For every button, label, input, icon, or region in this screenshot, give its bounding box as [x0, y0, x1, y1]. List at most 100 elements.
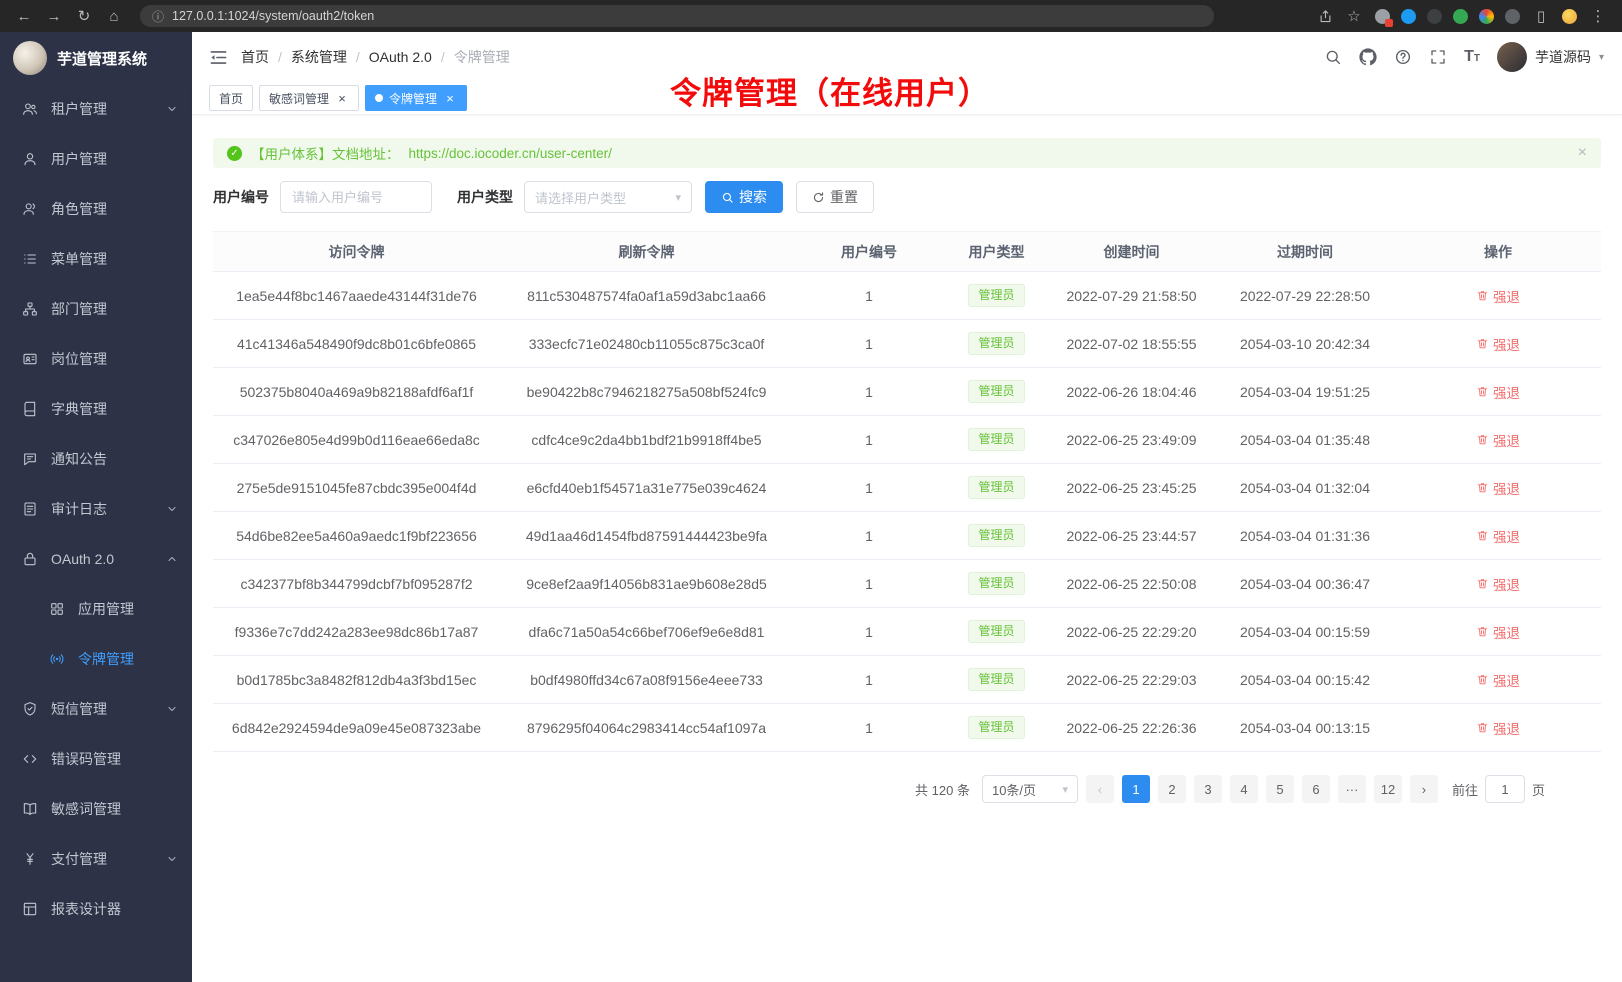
user-icon [22, 151, 38, 167]
address-bar[interactable]: ⓘ 127.0.0.1:1024/system/oauth2/token [140, 5, 1214, 27]
cell-actions: 强退 [1395, 464, 1601, 512]
tab-1[interactable]: 首页 [209, 85, 253, 111]
cell-access-token: 502375b8040a469a9b82188afdf6af1f [213, 368, 500, 416]
sidebar-item-notice[interactable]: 通知公告 [0, 434, 192, 484]
breadcrumb-separator: / [278, 49, 282, 65]
extension-icon[interactable] [1427, 9, 1442, 24]
sidebar-item-word[interactable]: 敏感词管理 [0, 784, 192, 834]
sidebar-item-post[interactable]: 岗位管理 [0, 334, 192, 384]
sidebar-item-dept[interactable]: 部门管理 [0, 284, 192, 334]
cell-user-type: 管理员 [945, 560, 1048, 608]
cell-access-token: c342377bf8b344799dcbf7bf095287f2 [213, 560, 500, 608]
page-button[interactable]: 6 [1302, 775, 1330, 803]
cell-refresh-token: dfa6c71a50a54c66bef706ef9e6e8d81 [500, 608, 793, 656]
extension-icon[interactable] [1375, 9, 1390, 24]
force-logout-button[interactable]: 强退 [1476, 478, 1520, 498]
force-logout-button[interactable]: 强退 [1476, 526, 1520, 546]
bookmark-star-icon[interactable]: ☆ [1344, 4, 1364, 28]
prev-page-button[interactable]: ‹ [1086, 775, 1114, 803]
browser-refresh-button[interactable]: ↻ [70, 4, 98, 28]
app-logo[interactable]: 芋道管理系统 [0, 32, 192, 84]
sidebar-panel-icon[interactable]: ▯ [1531, 4, 1551, 28]
browser-home-button[interactable]: ⌂ [100, 4, 128, 28]
force-logout-button[interactable]: 强退 [1476, 382, 1520, 402]
sidebar-item-report[interactable]: 报表设计器 [0, 884, 192, 934]
breadcrumb-item[interactable]: 令牌管理 [454, 47, 510, 67]
extension-icon[interactable] [1453, 9, 1468, 24]
sidebar-item-sms[interactable]: 短信管理 [0, 684, 192, 734]
success-check-icon: ✓ [227, 146, 242, 161]
sidebar-item-menu-list[interactable]: 菜单管理 [0, 234, 192, 284]
browser-back-button[interactable]: ← [10, 4, 38, 28]
force-logout-button[interactable]: 强退 [1476, 718, 1520, 738]
browser-menu-icon[interactable]: ⋮ [1588, 4, 1608, 28]
force-logout-button[interactable]: 强退 [1476, 430, 1520, 450]
help-icon[interactable] [1394, 48, 1412, 66]
page-button[interactable]: 1 [1122, 775, 1150, 803]
sidebar-item-log[interactable]: 审计日志 [0, 484, 192, 534]
browser-profile-avatar[interactable] [1562, 9, 1577, 24]
tab-3[interactable]: 令牌管理 × [365, 85, 467, 111]
table-row: c342377bf8b344799dcbf7bf095287f2 9ce8ef2… [213, 560, 1601, 608]
extension-icon[interactable] [1479, 9, 1494, 24]
sidebar-item-role[interactable]: 角色管理 [0, 184, 192, 234]
sidebar-item-oauth[interactable]: OAuth 2.0 [0, 534, 192, 584]
share-icon[interactable] [1318, 9, 1333, 24]
force-logout-button[interactable]: 强退 [1476, 334, 1520, 354]
page-button[interactable]: 4 [1230, 775, 1258, 803]
collapse-menu-icon[interactable] [192, 48, 241, 67]
cell-created-time: 2022-06-25 22:29:03 [1048, 656, 1215, 704]
goto-page-input[interactable] [1485, 775, 1525, 803]
cell-expire-time: 2054-03-10 20:42:34 [1215, 320, 1395, 368]
table-row: 54d6be82ee5a460a9aedc1f9bf223656 49d1aa4… [213, 512, 1601, 560]
cell-access-token: 54d6be82ee5a460a9aedc1f9bf223656 [213, 512, 500, 560]
breadcrumb-item[interactable]: 首页 [241, 47, 269, 67]
force-logout-button[interactable]: 强退 [1476, 574, 1520, 594]
token-table: 访问令牌刷新令牌用户编号用户类型创建时间过期时间操作 1ea5e44f8bc14… [213, 231, 1601, 752]
page-button[interactable]: 12 [1374, 775, 1402, 803]
fullscreen-icon[interactable] [1429, 48, 1447, 66]
sidebar-item-pay[interactable]: 支付管理 [0, 834, 192, 884]
breadcrumb-item[interactable]: 系统管理 [291, 47, 347, 67]
table-row: c347026e805e4d99b0d116eae66eda8c cdfc4ce… [213, 416, 1601, 464]
page-size-select[interactable]: 10条/页 ▾ [982, 775, 1078, 803]
page-button[interactable]: 5 [1266, 775, 1294, 803]
cell-user-type: 管理员 [945, 608, 1048, 656]
breadcrumb-item[interactable]: OAuth 2.0 [369, 49, 432, 65]
github-icon[interactable] [1359, 48, 1377, 66]
next-page-button[interactable]: › [1410, 775, 1438, 803]
sidebar-item-token[interactable]: 令牌管理 [0, 634, 192, 684]
force-logout-button[interactable]: 强退 [1476, 670, 1520, 690]
dept-icon [22, 301, 38, 317]
user-type-select[interactable]: 请选择用户类型 ▾ [524, 181, 692, 213]
sidebar-item-errcode[interactable]: 错误码管理 [0, 734, 192, 784]
logo-avatar [13, 41, 47, 75]
user-id-input[interactable] [280, 181, 432, 213]
extension-icon[interactable] [1401, 9, 1416, 24]
user-menu[interactable]: 芋道源码 ▾ [1497, 42, 1604, 72]
font-size-icon[interactable]: TT [1464, 49, 1480, 65]
page-button[interactable]: 3 [1194, 775, 1222, 803]
site-info-icon[interactable]: ⓘ [152, 8, 164, 25]
sidebar-item-user[interactable]: 用户管理 [0, 134, 192, 184]
extension-icon[interactable] [1505, 9, 1520, 24]
search-button[interactable]: 搜索 [705, 181, 783, 213]
tab-close-icon[interactable]: × [443, 91, 457, 105]
search-form: 用户编号 用户类型 请选择用户类型 ▾ 搜索 重置 [213, 181, 1601, 213]
force-logout-button[interactable]: 强退 [1476, 622, 1520, 642]
sidebar-item-tenant[interactable]: 租户管理 [0, 84, 192, 134]
cell-user-id: 1 [793, 416, 945, 464]
page-button[interactable]: 2 [1158, 775, 1186, 803]
search-icon[interactable] [1324, 48, 1342, 66]
page-ellipsis-button[interactable]: ··· [1338, 775, 1366, 803]
tab-close-icon[interactable]: × [335, 91, 349, 105]
tab-2[interactable]: 敏感词管理 × [259, 85, 359, 111]
reset-button[interactable]: 重置 [796, 181, 874, 213]
browser-forward-button[interactable]: → [40, 4, 68, 28]
sidebar-item-app[interactable]: 应用管理 [0, 584, 192, 634]
cell-user-id: 1 [793, 512, 945, 560]
force-logout-button[interactable]: 强退 [1476, 286, 1520, 306]
sidebar-item-dict[interactable]: 字典管理 [0, 384, 192, 434]
docs-link[interactable]: https://doc.iocoder.cn/user-center/ [409, 146, 612, 161]
alert-close-icon[interactable]: × [1578, 145, 1587, 161]
